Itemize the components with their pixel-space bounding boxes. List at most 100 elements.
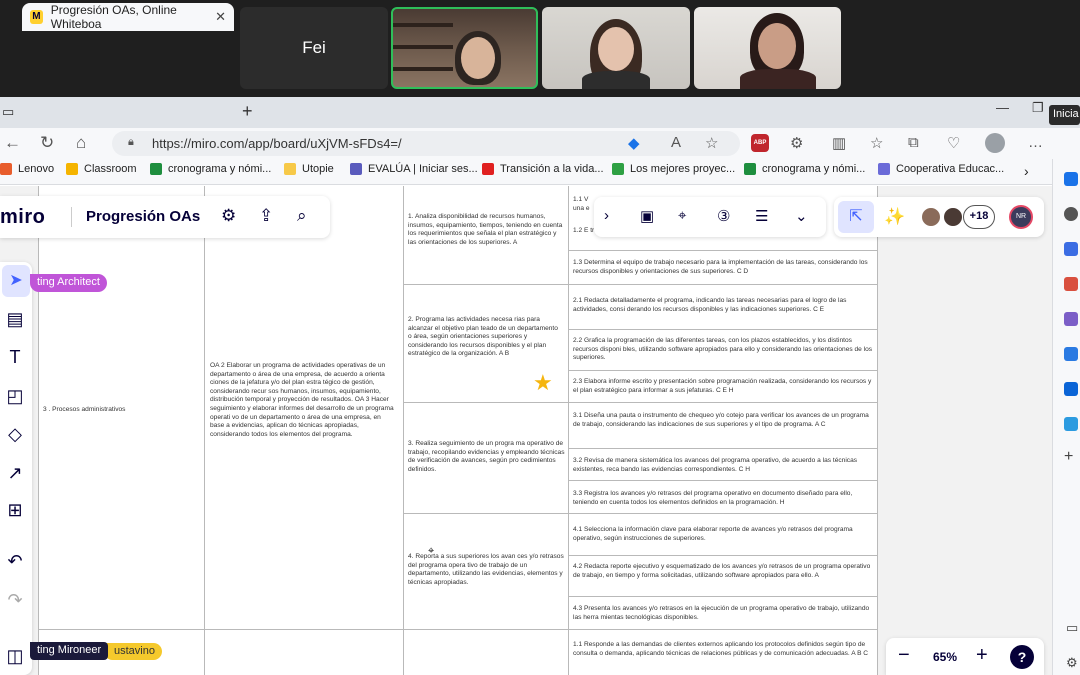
adblock-icon[interactable]: ABP — [751, 134, 769, 152]
collaborator-avatar[interactable] — [920, 206, 942, 228]
more-tools-icon[interactable]: ⌄ — [795, 207, 808, 225]
criterio-cell[interactable]: 4.3 Presenta los avances y/o retrasos en… — [573, 605, 873, 622]
zoom-level[interactable]: 65% — [933, 650, 957, 664]
collaborator-avatar[interactable] — [942, 206, 964, 228]
new-tab-icon[interactable]: + — [242, 101, 253, 122]
participant-video-1[interactable] — [391, 7, 538, 89]
restore-icon[interactable]: ❐ — [1032, 100, 1044, 116]
hide-sidebar-icon[interactable]: ▭ — [1066, 620, 1078, 636]
criterio-cell[interactable]: 3.1 Diseña una pauta o instrumento de ch… — [573, 412, 873, 429]
voting-icon[interactable]: ③ — [717, 207, 730, 225]
more-options-icon[interactable]: … — [1028, 134, 1043, 151]
participant-video-3[interactable] — [694, 7, 841, 89]
focus-icon[interactable]: ⌖ — [678, 207, 686, 224]
notes-icon[interactable]: ☰ — [755, 207, 768, 225]
select-cursor-icon[interactable]: ➤ — [2, 265, 30, 297]
bookmark-item[interactable]: Los mejores proyec... — [612, 163, 735, 175]
extension-badge-icon[interactable]: ◆ — [628, 134, 640, 152]
aprendizaje-cell[interactable]: 2. Programa las actividades necesa rias … — [408, 316, 558, 359]
criterio-cell[interactable]: 4.1 Selecciona la información clave para… — [573, 526, 873, 543]
bookmark-item[interactable]: Utopie — [284, 163, 334, 175]
search-icon[interactable]: ⌕ — [297, 206, 307, 226]
participant-video-2[interactable] — [542, 7, 690, 89]
celebrate-icon[interactable]: ✨ — [884, 207, 905, 227]
aprendizaje-cell[interactable]: 1. Analiza disponibilidad de recursos hu… — [408, 213, 566, 247]
reactions-cursor-icon[interactable]: ⇱ — [838, 201, 874, 233]
tools-icon[interactable] — [1064, 242, 1078, 256]
miro-logo[interactable]: miro — [0, 206, 45, 229]
copilot-icon[interactable] — [1064, 347, 1078, 361]
frame-icon[interactable]: ▣ — [640, 207, 654, 225]
refresh-icon[interactable]: ↻ — [40, 133, 54, 153]
send-icon[interactable] — [1064, 417, 1078, 431]
minimize-icon[interactable]: — — [996, 100, 1009, 115]
board-title[interactable]: Progresión OAs — [86, 208, 200, 225]
collaborator-cursor-tag: ting Architect — [30, 274, 107, 292]
favorite-star-icon[interactable]: ☆ — [705, 134, 718, 152]
favorites-icon[interactable]: ☆ — [870, 134, 883, 152]
expand-chevron-icon[interactable]: › — [604, 207, 609, 224]
zoom-in-icon[interactable]: + — [976, 644, 988, 667]
search-icon[interactable] — [1064, 207, 1078, 221]
bookmark-item[interactable]: Transición a la vida... — [482, 163, 604, 175]
aprendizaje-cell[interactable]: 3. Realiza seguimiento de un progra ma o… — [408, 440, 566, 474]
lock-icon[interactable]: 🔒︎ — [128, 136, 134, 149]
add-more-icon[interactable]: ⊞ — [3, 500, 27, 521]
url-field[interactable]: https://miro.com/app/board/uXjVM-sFDs4=/ — [112, 131, 740, 156]
bookmark-item[interactable]: Cooperativa Educac... — [878, 163, 1004, 175]
criterio-cell[interactable]: 2.2 Grafica la programación de las difer… — [573, 337, 873, 363]
browser-essentials-icon[interactable]: ♡ — [947, 134, 960, 152]
split-screen-icon[interactable]: ▥ — [832, 134, 846, 152]
sidebar-settings-icon[interactable]: ⚙ — [1066, 655, 1078, 671]
read-aloud-icon[interactable]: A — [671, 134, 681, 151]
criterio-cell[interactable]: 3.3 Registra los avances y/o retrasos de… — [573, 490, 873, 507]
undo-icon[interactable]: ↶ — [3, 551, 27, 572]
close-tab-icon[interactable]: ✕ — [215, 9, 226, 25]
person-face — [598, 27, 634, 71]
bookmark-item[interactable]: Classroom — [66, 163, 137, 175]
bookmark-item[interactable]: EVALÚA | Iniciar ses... — [350, 163, 478, 175]
shopping-icon[interactable] — [1064, 277, 1078, 291]
sidebar-panel-icon[interactable]: ◫ — [3, 646, 27, 667]
bookmark-item[interactable]: cronograma y nómi... — [744, 163, 865, 175]
text-tool-icon[interactable]: T — [3, 347, 27, 368]
bookmark-item[interactable]: Lenovo — [0, 163, 54, 175]
browser-tab[interactable]: M Progresión OAs, Online Whiteboa ✕ — [22, 3, 234, 31]
games-icon[interactable] — [1064, 312, 1078, 326]
outlook-icon[interactable] — [1064, 382, 1078, 396]
shapes-icon[interactable]: ◇ — [3, 424, 27, 445]
criterio-cell[interactable]: 3.2 Revisa de manera sistemática los ava… — [573, 457, 873, 474]
add-sidebar-app-icon[interactable]: + — [1064, 448, 1073, 466]
criterio-cell[interactable]: 1.1 Responde a las demandas de clientes … — [573, 641, 873, 658]
connection-line-icon[interactable]: ↗ — [3, 463, 27, 484]
sticky-note-icon[interactable]: ◰ — [3, 386, 27, 407]
back-icon[interactable]: ← — [4, 133, 21, 153]
extensions-icon[interactable]: ⚙ — [790, 134, 803, 152]
home-icon[interactable]: ⌂ — [76, 133, 86, 153]
more-bookmarks-icon[interactable]: › — [1024, 163, 1029, 179]
profile-avatar[interactable] — [985, 133, 1005, 153]
current-user-avatar[interactable]: NR — [1009, 205, 1033, 229]
templates-icon[interactable]: ▤ — [3, 309, 27, 330]
zoom-out-icon[interactable]: − — [898, 644, 910, 667]
aprendizaje-cell[interactable]: 4. Reporta a sus superiores los avan ces… — [408, 553, 566, 587]
module-cell[interactable]: 3 . Procesos administrativos — [43, 406, 163, 415]
settings-gear-icon[interactable]: ⚙ — [221, 206, 236, 226]
notifications-icon[interactable] — [1064, 172, 1078, 186]
criterio-cell[interactable]: 4.2 Redacta reporte ejecutivo y esquemat… — [573, 563, 873, 580]
bookmark-item[interactable]: cronograma y nómi... — [150, 163, 271, 175]
criterio-cell[interactable]: 2.3 Elabora informe escrito y presentaci… — [573, 378, 873, 395]
help-icon[interactable]: ? — [1010, 645, 1034, 669]
miro-canvas[interactable] — [0, 186, 1052, 675]
participant-tile-fei[interactable]: Fei — [240, 7, 388, 89]
share-upload-icon[interactable]: ⇪ — [259, 206, 273, 226]
bookmark-label: cronograma y nómi... — [762, 163, 866, 175]
oa-cell[interactable]: OA 2 Elaborar un programa de actividades… — [210, 362, 396, 439]
more-collaborators-count[interactable]: +18 — [963, 205, 995, 229]
redo-icon[interactable]: ↷ — [3, 590, 27, 611]
criterio-cell[interactable]: 2.1 Redacta detalladamente el programa, … — [573, 297, 873, 314]
tab-actions-icon[interactable]: ▭ — [2, 104, 14, 120]
collections-icon[interactable]: ⧉ — [908, 134, 919, 151]
criterio-cell[interactable]: 1.3 Determina el equipo de trabajo neces… — [573, 259, 873, 276]
star-sticker-icon[interactable]: ★ — [533, 370, 553, 396]
